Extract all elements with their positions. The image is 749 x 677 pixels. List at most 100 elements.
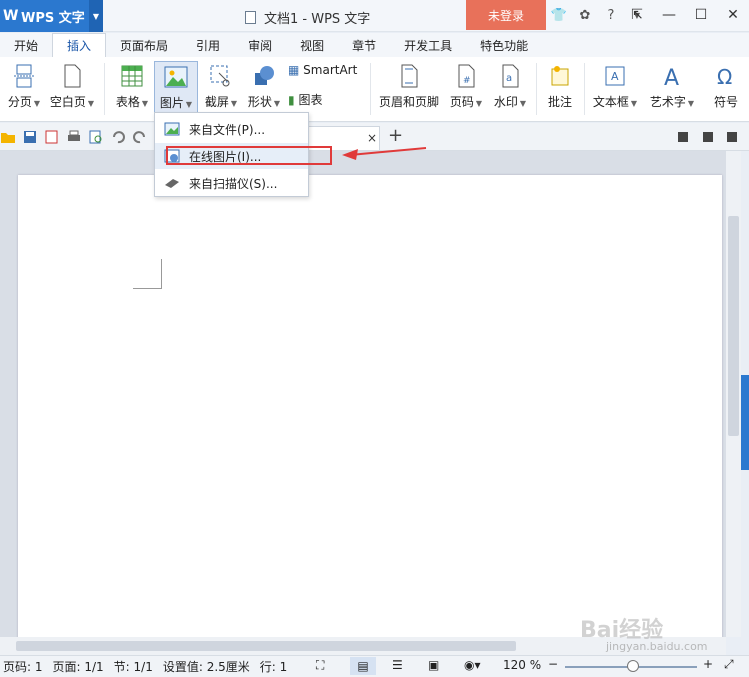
tab-view[interactable]: 视图 <box>286 33 338 57</box>
tab-references[interactable]: 引用 <box>182 33 234 57</box>
print-icon[interactable] <box>66 129 82 145</box>
smartart-icon: ▦ <box>288 63 300 77</box>
tab-page-layout[interactable]: 页面布局 <box>106 33 182 57</box>
document-page[interactable] <box>18 175 722 645</box>
zoom-out-icon[interactable]: − <box>548 657 558 671</box>
separator <box>584 63 585 115</box>
skin-icon[interactable]: 👕 <box>550 6 568 24</box>
document-workarea <box>0 151 726 645</box>
document-icon <box>245 11 256 24</box>
separator <box>104 63 105 115</box>
menu-item-from-scanner[interactable]: 来自扫描仪(S)... <box>155 170 308 196</box>
doc-option-icon[interactable] <box>700 129 716 145</box>
svg-text:a: a <box>506 73 512 84</box>
table-icon <box>121 65 143 87</box>
app-name: WPS 文字 <box>21 10 85 26</box>
page-view-icon[interactable]: ▤ <box>350 657 376 675</box>
fullscreen-icon[interactable]: ⛶ <box>316 658 324 673</box>
restore-ribbon-icon[interactable]: ⇱ <box>621 0 653 30</box>
picture-button[interactable]: 图片 ▼ <box>154 61 198 117</box>
highlight-box <box>166 146 332 165</box>
window-title: 文档1 - WPS 文字 <box>245 8 370 27</box>
doc-option-icon[interactable] <box>724 129 740 145</box>
scroll-thumb[interactable] <box>16 641 516 651</box>
page-break-icon <box>14 64 34 88</box>
scroll-thumb[interactable] <box>728 216 739 436</box>
separator <box>536 63 537 115</box>
print-preview-icon[interactable] <box>88 129 104 145</box>
screenshot-button[interactable]: 截屏 ▼ <box>202 63 240 110</box>
menu-item-from-file[interactable]: 来自文件(P)... <box>155 116 308 142</box>
ribbon-insert: 分页 ▼ 空白页 ▼ 表格 ▼ 图片 ▼ 截屏 ▼ 形状 ▼ ▦ SmartArt ▮ 图表… <box>0 57 749 122</box>
tab-home[interactable]: 开始 <box>0 33 52 57</box>
omega-icon: Ω <box>717 65 732 89</box>
status-section: 节: 1/1 <box>113 660 153 674</box>
folder-icon[interactable] <box>0 129 16 145</box>
comment-button[interactable]: 批注 <box>542 63 578 110</box>
annotation-arrow-icon <box>342 147 427 160</box>
textbox-button[interactable]: A 文本框 ▼ <box>590 63 640 110</box>
login-button[interactable]: 未登录 <box>466 0 546 30</box>
chart-button[interactable]: ▮ 图表 <box>288 91 348 108</box>
shape-button[interactable]: 形状 ▼ <box>244 63 284 110</box>
tab-chapter[interactable]: 章节 <box>338 33 390 57</box>
picture-icon <box>164 66 188 88</box>
fit-page-icon[interactable]: ⤢ <box>724 657 734 672</box>
baidu-watermark-url: jingyan.baidu.com <box>606 640 708 653</box>
textbox-icon: A <box>605 66 625 86</box>
tab-insert[interactable]: 插入 <box>52 33 107 57</box>
app-menu-button[interactable]: W WPS 文字 ▼ <box>0 0 103 32</box>
header-footer-icon <box>401 64 418 88</box>
minimize-button[interactable]: — <box>653 0 685 30</box>
status-page-code: 页码: 1 <box>3 660 43 674</box>
zoom-level[interactable]: 120 % <box>503 658 541 672</box>
comment-icon <box>551 66 569 86</box>
outline-view-icon[interactable]: ☰ <box>392 658 403 672</box>
tab-developer[interactable]: 开发工具 <box>390 33 466 57</box>
wordart-icon: A <box>664 66 679 89</box>
blank-page-button[interactable]: 空白页 ▼ <box>46 63 98 110</box>
chat-icon[interactable]: ✿ <box>576 6 594 24</box>
table-button[interactable]: 表格 ▼ <box>112 63 152 110</box>
chevron-down-icon[interactable]: ▼ <box>89 0 103 32</box>
watermark-icon: a <box>502 64 519 88</box>
close-icon[interactable]: × <box>367 131 377 145</box>
svg-text:A: A <box>611 70 619 83</box>
redo-icon[interactable] <box>132 129 148 145</box>
window-title-text: 文档1 - WPS 文字 <box>264 12 371 27</box>
header-footer-button[interactable]: 页眉和页脚 <box>378 63 440 110</box>
watermark-button[interactable]: a 水印 ▼ <box>490 63 530 110</box>
add-tab-icon[interactable]: + <box>388 125 403 146</box>
tab-features[interactable]: 特色功能 <box>466 33 542 57</box>
maximize-button[interactable]: ☐ <box>685 0 717 30</box>
zoom-in-icon[interactable]: + <box>703 657 713 671</box>
scanner-icon <box>165 179 179 188</box>
side-panel-toggle[interactable] <box>741 375 749 470</box>
doc-option-icon[interactable] <box>675 129 691 145</box>
title-bar: W WPS 文字 ▼ 文档1 - WPS 文字 未登录 👕 ✿ ? ▼ ⇱ — … <box>0 0 749 32</box>
wps-logo-icon: W <box>3 8 19 24</box>
web-view-icon[interactable]: ▣ <box>428 658 439 672</box>
svg-text:A: A <box>664 66 679 89</box>
status-row: 行: 1 <box>259 660 288 674</box>
vertical-scrollbar[interactable] <box>726 151 741 637</box>
undo-icon[interactable] <box>110 129 126 145</box>
separator <box>370 63 371 115</box>
tab-review[interactable]: 审阅 <box>234 33 286 57</box>
status-bar: 页码: 1 页面: 1/1 节: 1/1 设置值: 2.5厘米 行: 1 ⛶ ▤… <box>0 655 749 677</box>
status-pages: 页面: 1/1 <box>52 660 104 674</box>
scissors-icon <box>210 65 230 87</box>
page-break-button[interactable]: 分页 ▼ <box>4 63 44 110</box>
save-icon[interactable] <box>22 129 38 145</box>
eye-protect-icon[interactable]: ◉▾ <box>464 658 481 672</box>
zoom-slider-handle[interactable] <box>627 660 639 672</box>
close-button[interactable]: ✕ <box>717 0 749 30</box>
svg-text:#: # <box>463 76 471 86</box>
symbol-button[interactable]: Ω 符号 <box>706 63 746 110</box>
page-number-button[interactable]: # 页码 ▼ <box>446 63 486 110</box>
help-icon[interactable]: ? <box>602 6 620 24</box>
ribbon-tabs: 开始 插入 页面布局 引用 审阅 视图 章节 开发工具 特色功能 <box>0 33 749 57</box>
export-pdf-icon[interactable] <box>44 129 60 145</box>
wordart-button[interactable]: A 艺术字 ▼ <box>646 63 698 110</box>
smartart-button[interactable]: ▦ SmartArt <box>288 63 364 77</box>
